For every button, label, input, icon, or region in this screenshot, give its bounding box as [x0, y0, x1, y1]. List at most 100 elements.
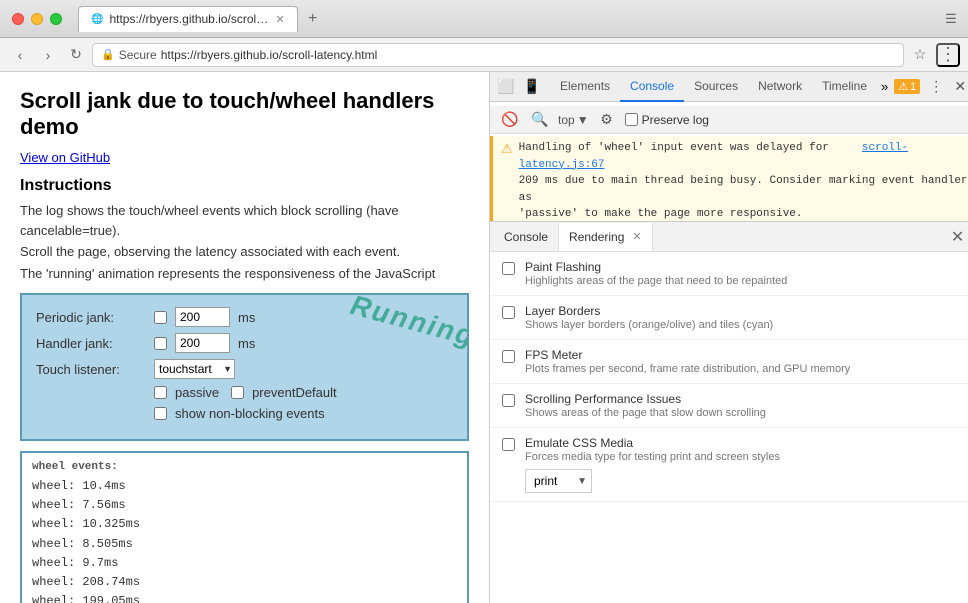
fps-meter-title: FPS Meter — [525, 348, 850, 362]
periodic-jank-input[interactable] — [175, 307, 230, 327]
emulate-css-select-wrap: print screen none ▼ — [525, 469, 592, 493]
handler-jank-input[interactable] — [175, 333, 230, 353]
emulate-css-checkbox[interactable] — [502, 438, 515, 451]
top-label: top — [558, 113, 575, 127]
tab-timeline[interactable]: Timeline — [812, 72, 877, 102]
demo-box: Periodic jank: ms Handler jank: ms Touch… — [20, 293, 469, 441]
touch-listener-row: Touch listener: touchstart touchmove non… — [36, 359, 453, 379]
rendering-option-layer: Layer Borders Shows layer borders (orang… — [490, 296, 968, 340]
browser-tab[interactable]: 🌐 https://rbyers.github.io/scroll-... ✕ — [78, 6, 298, 32]
address-bar[interactable]: 🔒 Secure https://rbyers.github.io/scroll… — [92, 43, 904, 67]
touch-listener-label: Touch listener: — [36, 362, 146, 377]
bookmark-button[interactable]: ☆ — [908, 43, 932, 67]
paint-flashing-desc: Highlights areas of the page that need t… — [525, 275, 787, 287]
tab-console[interactable]: Console — [620, 72, 684, 102]
new-tab-button[interactable]: + — [302, 8, 324, 30]
prevent-default-checkbox[interactable] — [231, 386, 244, 399]
maximize-button[interactable] — [50, 13, 62, 25]
layer-borders-checkbox[interactable] — [502, 306, 515, 319]
tab-close-button[interactable]: ✕ — [275, 13, 284, 26]
paint-flashing-title: Paint Flashing — [525, 260, 787, 274]
event-line-2: wheel: 7.56ms — [32, 496, 457, 515]
secure-icon: 🔒 — [101, 48, 115, 61]
device-icon[interactable]: 📱 — [520, 75, 544, 99]
console-clear-icon[interactable]: 🚫 — [498, 108, 522, 132]
layer-borders-title: Layer Borders — [525, 304, 773, 318]
rendering-option-scroll: Scrolling Performance Issues Shows areas… — [490, 384, 968, 428]
rendering-close-btn[interactable]: ✕ — [943, 227, 968, 247]
more-tabs-btn[interactable]: » — [881, 79, 888, 94]
page-content: Scroll jank due to touch/wheel handlers … — [0, 72, 490, 603]
handler-jank-row: Handler jank: ms — [36, 333, 453, 353]
close-button[interactable] — [12, 13, 24, 25]
warning-count: 1 — [910, 81, 916, 93]
passive-checkbox[interactable] — [154, 386, 167, 399]
close-devtools-icon[interactable]: ✕ — [948, 75, 968, 99]
github-link[interactable]: View on GitHub — [20, 150, 469, 165]
console-message-text: Handling of 'wheel' input event was dela… — [519, 140, 968, 222]
touch-listener-select-wrap: touchstart touchmove none ▼ — [154, 359, 235, 379]
rendering-tab-end: ✕ — [943, 227, 968, 247]
warning-badge: ⚠ 1 — [894, 79, 920, 94]
event-line-6: wheel: 208.74ms — [32, 573, 457, 592]
traffic-lights — [12, 13, 62, 25]
fps-meter-checkbox[interactable] — [502, 350, 515, 363]
menu-button[interactable]: ⋮ — [936, 43, 960, 67]
paint-flashing-checkbox[interactable] — [502, 262, 515, 275]
secure-label: Secure — [119, 48, 157, 62]
console-filter-icon[interactable]: 🔍 — [528, 108, 552, 132]
preserve-log-checkbox[interactable] — [625, 113, 638, 126]
minimize-button[interactable] — [31, 13, 43, 25]
forward-button[interactable]: › — [36, 43, 60, 67]
tab-label: https://rbyers.github.io/scroll-... — [109, 12, 269, 26]
periodic-jank-checkbox[interactable] — [154, 311, 167, 324]
devtools-panel: ⬜ 📱 Elements Console Sources Network Tim… — [490, 72, 968, 603]
periodic-jank-unit: ms — [238, 310, 255, 325]
main-container: Scroll jank due to touch/wheel handlers … — [0, 72, 968, 603]
page-title: Scroll jank due to touch/wheel handlers … — [20, 88, 469, 140]
tab-elements[interactable]: Elements — [550, 72, 620, 102]
passive-row: passive preventDefault — [36, 385, 453, 400]
inspect-icon[interactable]: ⬜ — [494, 75, 518, 99]
touch-listener-select[interactable]: touchstart touchmove none — [154, 359, 235, 379]
context-dropdown-arrow: ▼ — [577, 113, 589, 127]
reload-button[interactable]: ↻ — [64, 43, 88, 67]
layer-borders-desc: Shows layer borders (orange/olive) and t… — [525, 319, 773, 331]
event-line-3: wheel: 10.325ms — [32, 515, 457, 534]
events-title: wheel events: — [32, 461, 457, 473]
tab-sources[interactable]: Sources — [684, 72, 748, 102]
event-line-1: wheel: 10.4ms — [32, 477, 457, 496]
events-box: wheel events: wheel: 10.4ms wheel: 7.56m… — [20, 451, 469, 603]
devtools-icon-buttons: ⬜ 📱 — [494, 75, 544, 99]
warning-triangle-icon: ⚠ — [501, 140, 513, 160]
rendering-option-paint: Paint Flashing Highlights areas of the p… — [490, 252, 968, 296]
title-bar: 🌐 https://rbyers.github.io/scroll-... ✕ … — [0, 0, 968, 38]
tab-bar: 🌐 https://rbyers.github.io/scroll-... ✕ … — [78, 6, 324, 32]
emulate-css-desc: Forces media type for testing print and … — [525, 451, 780, 463]
fps-meter-desc: Plots frames per second, frame rate dist… — [525, 363, 850, 375]
settings-icon[interactable]: ⋮ — [924, 75, 948, 99]
menu-icon[interactable]: ☰ — [944, 12, 958, 26]
prevent-default-label: preventDefault — [252, 385, 337, 400]
scrolling-perf-checkbox[interactable] — [502, 394, 515, 407]
rendering-console-tab[interactable]: Console — [494, 223, 559, 251]
rendering-tab-close-icon[interactable]: ✕ — [632, 230, 641, 243]
preserve-log-label[interactable]: Preserve log — [625, 113, 709, 127]
emulate-css-title: Emulate CSS Media — [525, 436, 780, 450]
rendering-rendering-tab[interactable]: Rendering ✕ — [559, 223, 653, 251]
github-link-anchor[interactable]: View on GitHub — [20, 150, 110, 165]
show-nonblocking-row: show non-blocking events — [36, 406, 453, 421]
handler-jank-checkbox[interactable] — [154, 337, 167, 350]
console-source-link[interactable]: scroll-latency.js:67 — [519, 142, 908, 171]
console-settings-icon[interactable]: ⚙ — [595, 108, 619, 132]
scrolling-perf-title: Scrolling Performance Issues — [525, 392, 766, 406]
window-controls: ☰ — [944, 12, 958, 26]
passive-label: passive — [175, 385, 219, 400]
event-line-4: wheel: 8.505ms — [32, 535, 457, 554]
console-context-btn[interactable]: top ▼ — [558, 113, 589, 127]
emulate-css-content: Emulate CSS Media Forces media type for … — [525, 436, 780, 493]
back-button[interactable]: ‹ — [8, 43, 32, 67]
emulate-css-select[interactable]: print screen none — [525, 469, 592, 493]
show-nonblocking-checkbox[interactable] — [154, 407, 167, 420]
tab-network[interactable]: Network — [748, 72, 812, 102]
